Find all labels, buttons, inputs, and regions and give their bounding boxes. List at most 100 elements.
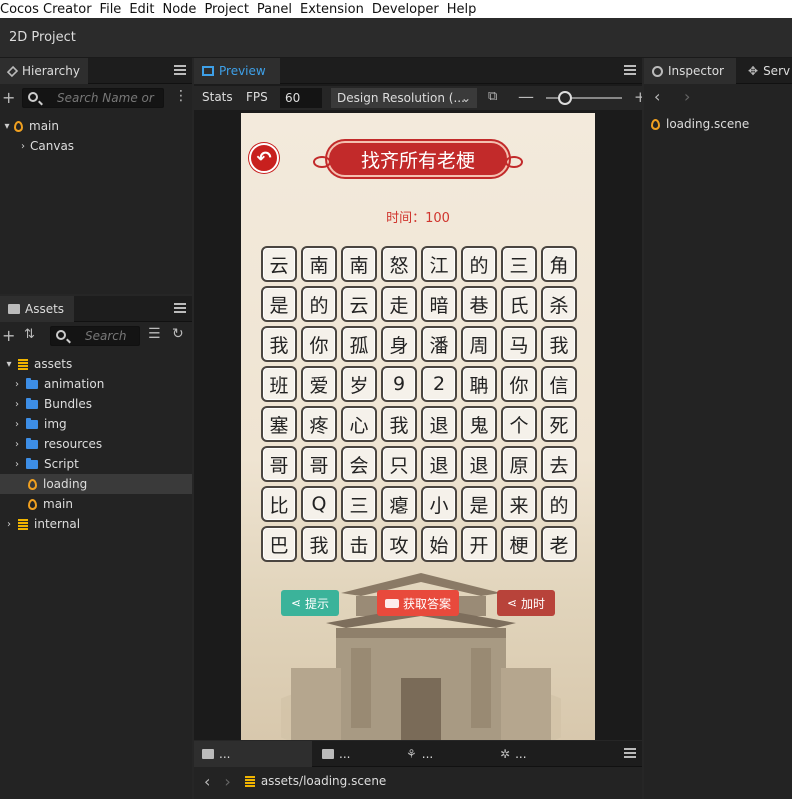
fps-input[interactable]: 60 (280, 88, 322, 108)
hierarchy-menu-icon[interactable] (174, 65, 186, 75)
get-answer-button[interactable]: 获取答案 (377, 590, 459, 616)
zoom-slider[interactable] (546, 91, 622, 105)
grid-cell[interactable]: 击 (341, 526, 377, 562)
grid-cell[interactable]: 走 (381, 286, 417, 322)
grid-cell[interactable]: 怒 (381, 246, 417, 282)
design-resolution-select[interactable]: Design Resolution (... ⌄ (331, 88, 477, 108)
grid-cell[interactable]: 退 (421, 406, 457, 442)
chevron-right-icon[interactable]: › (4, 519, 14, 530)
tab-inspector[interactable]: Inspector (644, 58, 736, 84)
grid-cell[interactable]: 攻 (381, 526, 417, 562)
asset-folder-animation[interactable]: › animation (0, 374, 192, 394)
menu-panel[interactable]: Panel (253, 2, 296, 17)
asset-folder-resources[interactable]: › resources (0, 434, 192, 454)
hint-button[interactable]: ⋖ 提示 (281, 590, 339, 616)
zoom-out-icon[interactable]: — (518, 87, 534, 106)
grid-cell[interactable]: 2 (421, 366, 457, 402)
grid-cell[interactable]: 是 (461, 486, 497, 522)
grid-cell[interactable]: 只 (381, 446, 417, 482)
zoom-in-icon[interactable]: + (634, 88, 642, 106)
forward-nav-icon[interactable]: › (224, 772, 230, 791)
asset-folder-bundles[interactable]: › Bundles (0, 394, 192, 414)
grid-cell[interactable]: 南 (341, 246, 377, 282)
grid-cell[interactable]: 哥 (261, 446, 297, 482)
grid-cell[interactable]: 去 (541, 446, 577, 482)
grid-cell[interactable]: 的 (461, 246, 497, 282)
grid-cell[interactable]: 爱 (301, 366, 337, 402)
chevron-down-icon[interactable]: ▾ (4, 359, 14, 370)
grid-cell[interactable]: 瘪 (381, 486, 417, 522)
grid-cell[interactable]: 哥 (301, 446, 337, 482)
asset-folder-img[interactable]: › img (0, 414, 192, 434)
grid-cell[interactable]: 9 (381, 366, 417, 402)
grid-cell[interactable]: 巴 (261, 526, 297, 562)
grid-cell[interactable]: Q (301, 486, 337, 522)
grid-cell[interactable]: 角 (541, 246, 577, 282)
asset-root-assets[interactable]: ▾ assets (0, 354, 192, 374)
add-node-icon[interactable]: + (2, 88, 15, 107)
grid-cell[interactable]: 聃 (461, 366, 497, 402)
list-view-icon[interactable]: ☰ (148, 326, 161, 342)
chevron-right-icon[interactable]: › (12, 439, 22, 450)
tab-preview[interactable]: Preview (194, 58, 280, 84)
menu-node[interactable]: Node (159, 2, 201, 17)
asset-root-internal[interactable]: › internal (0, 514, 192, 534)
grid-cell[interactable]: 心 (341, 406, 377, 442)
chevron-right-icon[interactable]: › (12, 399, 22, 410)
grid-cell[interactable]: 始 (421, 526, 457, 562)
menu-file[interactable]: File (96, 2, 126, 17)
grid-cell[interactable]: 老 (541, 526, 577, 562)
grid-cell[interactable]: 马 (501, 326, 537, 362)
menu-edit[interactable]: Edit (125, 2, 158, 17)
breadcrumb-file[interactable]: loading.scene (303, 774, 386, 788)
asset-folder-script[interactable]: › Script (0, 454, 192, 474)
chevron-right-icon[interactable]: › (18, 141, 28, 152)
grid-cell[interactable]: 你 (501, 366, 537, 402)
back-nav-icon[interactable]: ‹ (654, 87, 660, 106)
grid-cell[interactable]: 退 (461, 446, 497, 482)
add-asset-icon[interactable]: + (2, 326, 15, 345)
grid-cell[interactable]: 我 (301, 526, 337, 562)
grid-cell[interactable]: 比 (261, 486, 297, 522)
grid-cell[interactable]: 云 (261, 246, 297, 282)
grid-cell[interactable]: 个 (501, 406, 537, 442)
grid-cell[interactable]: 鬼 (461, 406, 497, 442)
chevron-right-icon[interactable]: › (12, 419, 22, 430)
grid-cell[interactable]: 暗 (421, 286, 457, 322)
grid-cell[interactable]: 班 (261, 366, 297, 402)
asset-scene-main[interactable]: main (0, 494, 192, 514)
stats-toggle[interactable]: Stats (202, 90, 233, 104)
grid-cell[interactable]: 是 (261, 286, 297, 322)
console-menu-icon[interactable] (624, 748, 636, 758)
breadcrumb-root[interactable]: assets (261, 774, 299, 788)
menu-developer[interactable]: Developer (368, 2, 443, 17)
tab-assets[interactable]: Assets (0, 296, 74, 322)
grid-cell[interactable]: 孤 (341, 326, 377, 362)
grid-cell[interactable]: 退 (421, 446, 457, 482)
grid-cell[interactable]: 梗 (501, 526, 537, 562)
zoom-slider-handle[interactable] (558, 91, 572, 105)
grid-cell[interactable]: 杀 (541, 286, 577, 322)
grid-cell[interactable]: 我 (261, 326, 297, 362)
tab-debug[interactable]: ✲ ... (492, 741, 535, 767)
grid-cell[interactable]: 小 (421, 486, 457, 522)
grid-cell[interactable]: 周 (461, 326, 497, 362)
menu-help[interactable]: Help (443, 2, 481, 17)
game-canvas[interactable]: ↶ 找齐所有老梗 时间：100 云南南怒江的三角是的云走暗巷氏杀我你孤身潘周马我… (241, 113, 595, 740)
grid-cell[interactable]: 会 (341, 446, 377, 482)
rotate-icon[interactable]: ⧉ (488, 89, 497, 104)
grid-cell[interactable]: 信 (541, 366, 577, 402)
asset-scene-loading[interactable]: loading (0, 474, 192, 494)
grid-cell[interactable]: 三 (501, 246, 537, 282)
grid-cell[interactable]: 云 (341, 286, 377, 322)
tab-animation[interactable]: ⚘ ... (398, 741, 441, 767)
grid-cell[interactable]: 潘 (421, 326, 457, 362)
refresh-icon[interactable]: ↻ (172, 326, 184, 342)
grid-cell[interactable]: 开 (461, 526, 497, 562)
grid-cell[interactable]: 的 (301, 286, 337, 322)
tree-item-canvas[interactable]: › Canvas (0, 136, 192, 156)
chevron-down-icon[interactable]: ▾ (2, 121, 12, 132)
tree-item-main[interactable]: ▾ main (0, 116, 192, 136)
tab-assets-preview[interactable]: ... (194, 741, 312, 767)
menu-project[interactable]: Project (200, 2, 252, 17)
